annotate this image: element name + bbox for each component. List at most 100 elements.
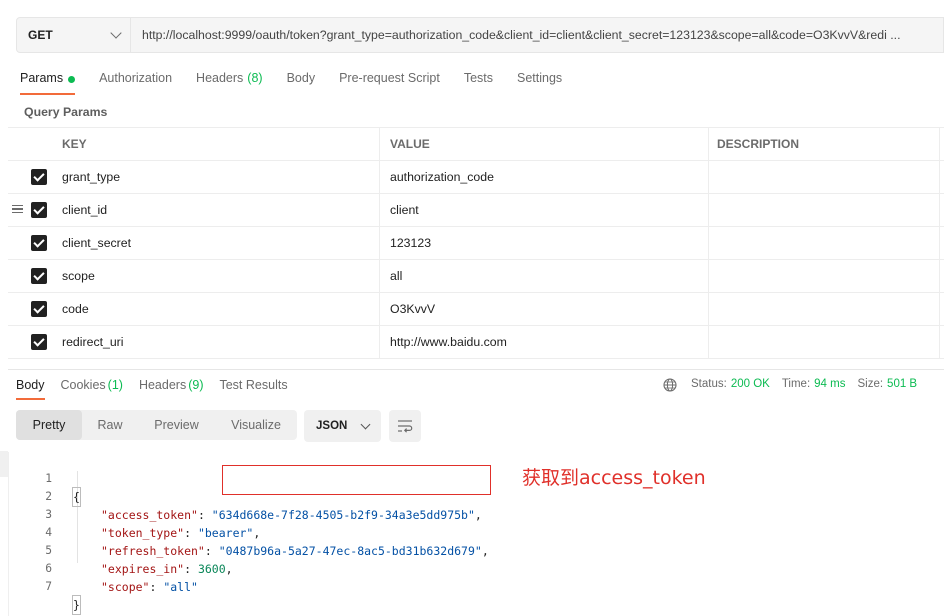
json-value: "0487b96a-5a27-47ec-8ac5-bd31b632d679" [218, 544, 482, 558]
response-status-bar: Status: 200 OK Time: 94 ms Size: 501 B [663, 378, 917, 392]
annotation-highlight-box [222, 465, 491, 495]
tab-tests[interactable]: Tests [464, 71, 493, 95]
close-brace: } [72, 595, 81, 615]
json-value: "bearer" [197, 526, 254, 540]
table-row: client_secret 123123 [8, 227, 944, 260]
param-description[interactable] [709, 293, 940, 325]
json-value: "all" [163, 580, 198, 594]
wrap-lines-icon [398, 420, 413, 433]
column-value-header: VALUE [380, 128, 709, 160]
param-value: http://www.baidu.com [390, 335, 507, 349]
param-value: all [390, 269, 403, 283]
table-row: scope all [8, 260, 944, 293]
view-tab-preview[interactable]: Preview [138, 410, 215, 440]
response-divider[interactable] [8, 369, 944, 370]
response-tab-cookies[interactable]: Cookies (1) [61, 378, 123, 400]
chevron-down-icon [110, 27, 122, 39]
tab-body[interactable]: Body [287, 71, 316, 95]
param-description[interactable] [709, 260, 940, 292]
json-key: "scope" [101, 580, 150, 594]
url-text: http://localhost:9999/oauth/token?grant_… [142, 28, 901, 42]
code-line: 7 } [0, 560, 81, 615]
response-view-tabs: Pretty Raw Preview Visualize [16, 410, 297, 440]
checkbox-checked[interactable] [31, 169, 47, 185]
params-active-dot [68, 76, 76, 83]
format-label: JSON [316, 420, 348, 432]
size-label: Size: [857, 378, 884, 390]
json-key: "expires_in" [101, 562, 185, 576]
param-description[interactable] [709, 227, 940, 259]
param-value: 123123 [390, 236, 432, 250]
tab-authorization[interactable]: Authorization [99, 71, 172, 95]
drag-handle-icon[interactable] [12, 205, 23, 214]
tab-settings[interactable]: Settings [517, 71, 562, 95]
method-select[interactable]: GET [16, 17, 131, 53]
param-key: code [62, 302, 89, 316]
view-tab-raw[interactable]: Raw [82, 410, 138, 440]
tab-headers[interactable]: Headers (8) [196, 71, 263, 95]
globe-icon[interactable] [663, 378, 677, 392]
json-key: "refresh_token" [101, 544, 205, 558]
query-params-table: KEY VALUE DESCRIPTION grant_type authori… [8, 127, 944, 359]
json-key: "token_type" [101, 526, 185, 540]
code-line: 1 { [0, 452, 81, 507]
json-value: 3600 [197, 562, 226, 576]
size-value[interactable]: 501 B [887, 378, 917, 390]
view-tab-pretty[interactable]: Pretty [16, 410, 82, 440]
json-key: "access_token" [101, 508, 198, 522]
column-description-header: DESCRIPTION [709, 128, 940, 160]
time-label: Time: [781, 378, 811, 390]
param-key: client_secret [62, 236, 132, 250]
wrap-lines-button[interactable] [389, 410, 421, 442]
column-key-header: KEY [53, 128, 380, 160]
param-description[interactable] [709, 161, 940, 193]
code-line: 3 "token_type": "bearer", [0, 488, 260, 540]
table-row: redirect_uri http://www.baidu.com [8, 326, 944, 359]
status-label: Status: [691, 378, 727, 390]
tab-params[interactable]: Params [20, 71, 76, 95]
response-tab-test-results[interactable]: Test Results [219, 378, 287, 400]
checkbox-checked[interactable] [31, 202, 47, 218]
access-token-value: "634d668e-7f28-4505-b2f9-34a3e5dd975b" [211, 508, 475, 522]
table-row: code O3KvvV [8, 293, 944, 326]
response-body-code[interactable]: 1 { 2 "access_token": "634d668e-7f28-450… [0, 452, 489, 615]
param-key: redirect_uri [62, 335, 124, 349]
param-key: client_id [62, 203, 108, 217]
line-number: 7 [45, 580, 52, 593]
response-headers-count: (9) [188, 378, 204, 392]
response-tabs: Body Cookies (1) Headers (9) Test Results [16, 378, 304, 400]
view-tab-visualize[interactable]: Visualize [215, 410, 297, 440]
response-tab-body[interactable]: Body [16, 378, 45, 400]
code-line: 6 "scope": "all" [0, 542, 198, 594]
param-description[interactable] [709, 194, 940, 226]
status-value[interactable]: 200 OK [731, 378, 770, 390]
param-description[interactable] [709, 326, 940, 358]
response-tab-headers[interactable]: Headers (9) [139, 378, 204, 400]
checkbox-checked[interactable] [31, 268, 47, 284]
time-value[interactable]: 94 ms [814, 378, 845, 390]
tab-pre-request-script[interactable]: Pre-request Script [339, 71, 440, 95]
param-value: client [390, 203, 419, 217]
checkbox-checked[interactable] [31, 301, 47, 317]
code-line: 4 "refresh_token": "0487b96a-5a27-47ec-8… [0, 506, 489, 558]
cookies-count: (1) [107, 378, 123, 392]
headers-count: (8) [247, 71, 263, 85]
open-brace: { [72, 487, 81, 507]
query-params-title: Query Params [24, 105, 108, 119]
method-label: GET [28, 28, 53, 42]
param-value: O3KvvV [390, 302, 436, 316]
table-header-row: KEY VALUE DESCRIPTION [8, 127, 944, 161]
url-input[interactable]: http://localhost:9999/oauth/token?grant_… [131, 17, 944, 53]
table-row: grant_type authorization_code [8, 161, 944, 194]
param-key: grant_type [62, 170, 121, 184]
request-tabs: Params Authorization Headers (8) Body Pre… [20, 71, 586, 95]
checkbox-checked[interactable] [31, 334, 47, 350]
param-value: authorization_code [390, 170, 494, 184]
checkbox-checked[interactable] [31, 235, 47, 251]
chevron-down-icon [360, 419, 371, 430]
param-key: scope [62, 269, 95, 283]
request-url-bar: GET http://localhost:9999/oauth/token?gr… [16, 17, 944, 53]
table-row: client_id client [8, 194, 944, 227]
code-line: 5 "expires_in": 3600, [0, 524, 232, 576]
format-select[interactable]: JSON [304, 410, 381, 442]
